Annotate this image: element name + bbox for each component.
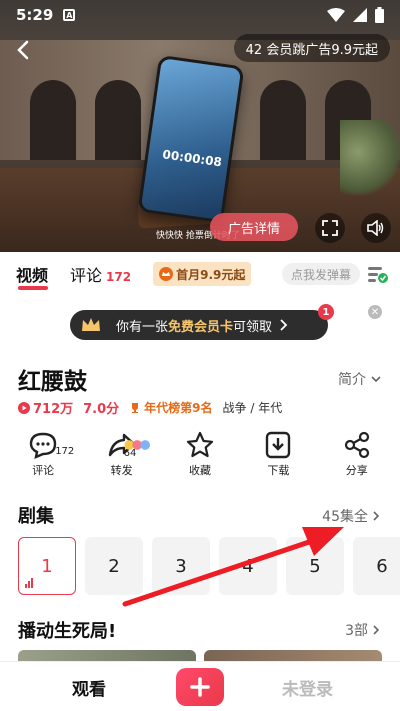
intro-label: 简介 [338,372,366,388]
episode-number: 2 [108,555,120,577]
play-count-value: 712万 [33,402,74,417]
favorite-label: 收藏 [188,464,211,477]
danmu-input[interactable]: 点我发弹幕 [282,263,360,285]
series-title: 播动生死局! [18,621,117,642]
episode-item[interactable]: 1 [18,537,76,595]
score: 7.0分 [83,402,120,417]
episodes-more[interactable]: 45集全 [322,506,382,526]
vip-crown-icon [159,267,174,281]
show-title: 红腰鼓 [18,369,87,395]
speaker-icon [367,220,384,236]
share-nodes-icon [344,431,369,459]
watch-tab[interactable]: 观看 [72,675,106,700]
repost-label: 转发 [110,464,133,477]
chevron-right-icon [373,511,380,521]
episode-number: 5 [309,555,321,577]
tab-comments-count: 172 [106,270,132,284]
episode-list: 1 2 3 4 5 6 [18,537,400,595]
video-scene-arch [260,80,306,160]
episode-item[interactable]: 2 [85,537,143,595]
episode-number: 6 [376,555,388,577]
favorite-button[interactable]: 收藏 [170,430,230,486]
chevron-down-icon [371,376,381,383]
plus-icon [190,677,210,697]
video-scene-arch [30,80,76,160]
series-more[interactable]: 3部 [345,620,382,640]
episodes-title: 剧集 [18,506,54,527]
play-circle-icon [18,401,30,414]
tab-video[interactable]: 视频 [16,262,49,290]
tab-comments[interactable]: 评论 172 [70,262,131,286]
status-bar: 5:29 A [0,0,400,30]
video-scene-plant [340,120,400,200]
episode-number: 3 [175,555,187,577]
episode-number: 1 [41,555,53,577]
chevron-right-icon [280,319,288,331]
play-count: 712万 [18,398,73,417]
rank-badge[interactable]: 年代榜第9名 [129,399,213,416]
notification-app-icon: A [63,9,76,21]
vip-banner-highlight: 免费会员卡 [168,319,234,335]
vip-banner-prefix: 你有一张 [116,319,169,335]
comment-button[interactable]: 172 评论 [13,430,75,486]
video-scene-arch [95,80,141,160]
battery-icon [375,7,384,23]
genre: 战争 / 年代 [222,401,283,415]
volume-button[interactable] [361,213,391,243]
series-count: 3部 [345,623,368,639]
vip-banner-suffix: 可领取 [233,319,273,335]
episode-number: 4 [242,555,254,577]
tab-comments-label: 评论 [70,266,103,285]
fullscreen-icon [322,220,338,236]
episode-item[interactable]: 6 [353,537,400,595]
episode-item[interactable]: 5 [286,537,344,595]
fullscreen-button[interactable] [315,213,345,243]
video-phone-clock: 00:00:08 [161,147,223,170]
download-icon [266,431,291,459]
signal-icon [353,8,367,22]
status-time: 5:29 [16,6,54,24]
skip-ad-vip-pill[interactable]: 42 会员跳广告9.9元起 [233,34,390,62]
download-label: 下载 [267,464,290,477]
show-meta: 712万 7.0分 年代榜第9名 战争 / 年代 [18,398,282,417]
rank-label: 年代榜第9名 [144,401,213,415]
star-icon [186,431,214,458]
vip-banner-badge: 1 [318,304,334,320]
chevron-right-icon [373,625,380,635]
tab-video-label: 视频 [16,266,49,285]
wifi-icon [327,8,345,22]
intro-button[interactable]: 简介 [338,369,382,389]
close-icon[interactable]: ✕ [368,305,382,319]
episodes-count: 45集全 [322,509,368,525]
comment-label: 评论 [32,464,55,477]
drama-detail-page: 00:00:08 快快快 抢票倒计时了 5:29 A 42 会员跳广告9.9元起… [0,0,400,711]
vip-offer-label: 首月9.9元起 [176,267,246,282]
crown-icon [82,318,100,331]
back-arrow-icon[interactable] [12,38,36,62]
vip-offer-pill[interactable]: 首月9.9元起 [153,262,252,286]
comment-count: 172 [55,446,75,457]
episode-item[interactable]: 4 [219,537,277,595]
episode-item[interactable]: 3 [152,537,210,595]
ad-detail-button[interactable]: 广告详情 [210,213,298,241]
avatar-stack-icon [124,440,150,450]
share-label: 分享 [345,464,368,477]
action-row: 172 评论 64 转发 收藏 下载 分享 [0,430,400,486]
now-playing-icon [25,578,33,588]
danmu-settings-icon[interactable] [366,263,388,285]
download-button[interactable]: 下载 [248,430,308,486]
create-button[interactable] [176,668,224,706]
comment-icon [29,432,57,460]
free-vip-card-banner[interactable]: 你有一张 免费会员卡 可领取 1 [70,304,334,340]
login-tab[interactable]: 未登录 [282,675,333,700]
bottom-bar: 观看 未登录 [0,661,400,711]
share-button[interactable]: 分享 [327,430,387,486]
trophy-icon [132,402,139,413]
repost-button[interactable]: 64 转发 [92,430,152,486]
